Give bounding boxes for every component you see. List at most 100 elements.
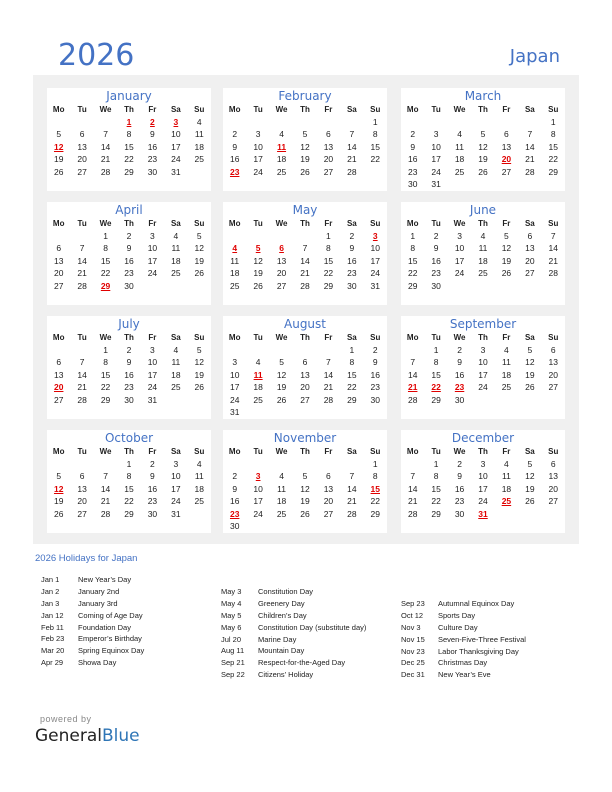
day-cell: 2 [410, 129, 416, 140]
month-grid: Mo Tu We Th Fr Sa Su 1 2 3 4 5 6 7 8 9 10 11 12 13 14 15 16 17 1… [401, 217, 565, 292]
day-cell: 7 [103, 471, 108, 482]
day-cell: 16 [347, 255, 357, 266]
day-cell: 5 [527, 345, 533, 355]
holiday-name: Seven-Five-Three Festival [438, 634, 526, 644]
weekday-header: Mo [228, 105, 241, 114]
month-grid: Mo Tu We Th Fr Sa Su 1 2 3 4 5 6 7 8 9 10 11 12 13 14 15 16 17 1… [401, 103, 565, 190]
day-cell: 18 [229, 268, 240, 279]
day-cell: 7 [79, 357, 85, 368]
day-cell: 7 [103, 129, 108, 140]
day-cell: 5 [504, 231, 509, 241]
day-cell: 6 [56, 243, 62, 254]
day-cell: 14 [548, 243, 559, 254]
day-cell: 18 [454, 154, 465, 165]
day-cell: 26 [300, 508, 310, 519]
day-cell: 28 [407, 394, 418, 405]
day-cell: 21 [548, 255, 559, 266]
day-cell: 7 [410, 471, 416, 482]
holiday-day: 3 [255, 471, 261, 482]
day-cell: 30 [454, 394, 465, 405]
month-name: November [273, 431, 337, 445]
weekday-header: Th [124, 333, 134, 342]
empty-cell [223, 230, 246, 242]
holiday-date: Aug 11 [221, 646, 245, 656]
day-cell: 21 [77, 382, 87, 393]
month-grid: Mo Tu We Th Fr Sa Su 1 2 3 4 5 6 7 8 9 10 11 12 13 14 15 16 17 1… [47, 217, 211, 292]
day-cell: 25 [501, 382, 512, 393]
day-cell: 4 [504, 459, 509, 469]
day-cell: 28 [100, 166, 111, 177]
month-name: August [284, 317, 326, 331]
month-name: December [451, 431, 515, 445]
day-cell: 6 [550, 345, 556, 355]
day-cell: 18 [171, 369, 181, 380]
weekday-header: Fr [502, 105, 511, 114]
holiday-name: Respect-for-the-Aged Day [258, 658, 346, 668]
day-cell: 19 [276, 382, 287, 393]
day-cell: 7 [349, 129, 355, 140]
day-cell: 28 [548, 268, 559, 279]
month-name: October [104, 431, 154, 445]
day-cell: 8 [103, 243, 108, 254]
day-cell: 15 [100, 369, 111, 380]
holiday-name: Children’s Day [258, 610, 307, 620]
weekday-header: Mo [406, 333, 419, 342]
day-cell: 17 [478, 369, 488, 380]
day-cell: 6 [326, 471, 331, 482]
day-cell: 11 [171, 243, 181, 254]
day-cell: 30 [124, 394, 134, 405]
day-cell: 18 [171, 255, 181, 266]
day-cell: 6 [550, 459, 556, 469]
weekday-header: Mo [228, 333, 241, 342]
empty-cell [70, 230, 93, 242]
day-cell: 25 [276, 508, 287, 519]
empty-cell [246, 116, 269, 128]
day-cell: 10 [253, 141, 263, 152]
day-cell: 25 [171, 268, 181, 279]
day-cell: 2 [232, 129, 238, 140]
empty-cell [246, 230, 269, 242]
day-cell: 12 [478, 141, 488, 152]
empty-cell [270, 344, 293, 356]
weekday-header: Th [478, 447, 488, 456]
day-cell: 4 [457, 129, 462, 140]
day-cell: 16 [454, 483, 465, 494]
day-cell: 13 [300, 369, 310, 380]
day-cell: 12 [501, 243, 512, 254]
day-cell: 4 [504, 345, 509, 355]
day-cell: 5 [56, 471, 62, 482]
day-cell: 24 [253, 508, 263, 519]
empty-cell [70, 458, 93, 470]
weekday-header: Sa [524, 105, 535, 114]
day-cell: 3 [255, 129, 261, 140]
holiday-date: Sep 21 [221, 658, 245, 668]
month-january: January Mo Tu We Th Fr Sa Su 1 2 3 4 5 6 7 8 9 10 11 12 13 14… [47, 88, 211, 191]
day-cell: 11 [455, 141, 464, 152]
day-cell: 31 [370, 280, 381, 291]
day-cell: 8 [103, 357, 108, 368]
day-cell: 27 [53, 394, 64, 405]
weekday-header: We [275, 219, 288, 228]
day-cell: 18 [276, 154, 287, 165]
day-cell: 22 [370, 496, 381, 507]
holiday-item: Nov 23 Labor Thanksgiving Day [401, 646, 526, 658]
holiday-item: May 4 Greenery Day [221, 598, 366, 610]
day-cell: 14 [347, 483, 357, 494]
day-cell: 20 [548, 369, 559, 380]
empty-cell [340, 458, 363, 470]
day-cell: 3 [232, 357, 238, 368]
month-may: May Mo Tu We Th Fr Sa Su 1 2 3 4 5 6 7 8 9 10 11 12 13 14 15 16… [223, 202, 387, 305]
weekday-header: Mo [52, 219, 65, 228]
day-cell: 18 [194, 483, 205, 494]
holiday-day: 5 [255, 243, 261, 254]
weekday-header: Mo [228, 219, 241, 228]
day-cell: 17 [147, 255, 158, 266]
weekday-header: Tu [253, 447, 263, 456]
month-name: May [292, 203, 318, 217]
holiday-name: Autumnal Equinox Day [438, 599, 515, 608]
empty-cell [70, 344, 93, 356]
day-cell: 30 [124, 280, 134, 291]
day-cell: 28 [347, 508, 357, 519]
day-cell: 28 [77, 280, 87, 291]
empty-cell [401, 344, 424, 356]
